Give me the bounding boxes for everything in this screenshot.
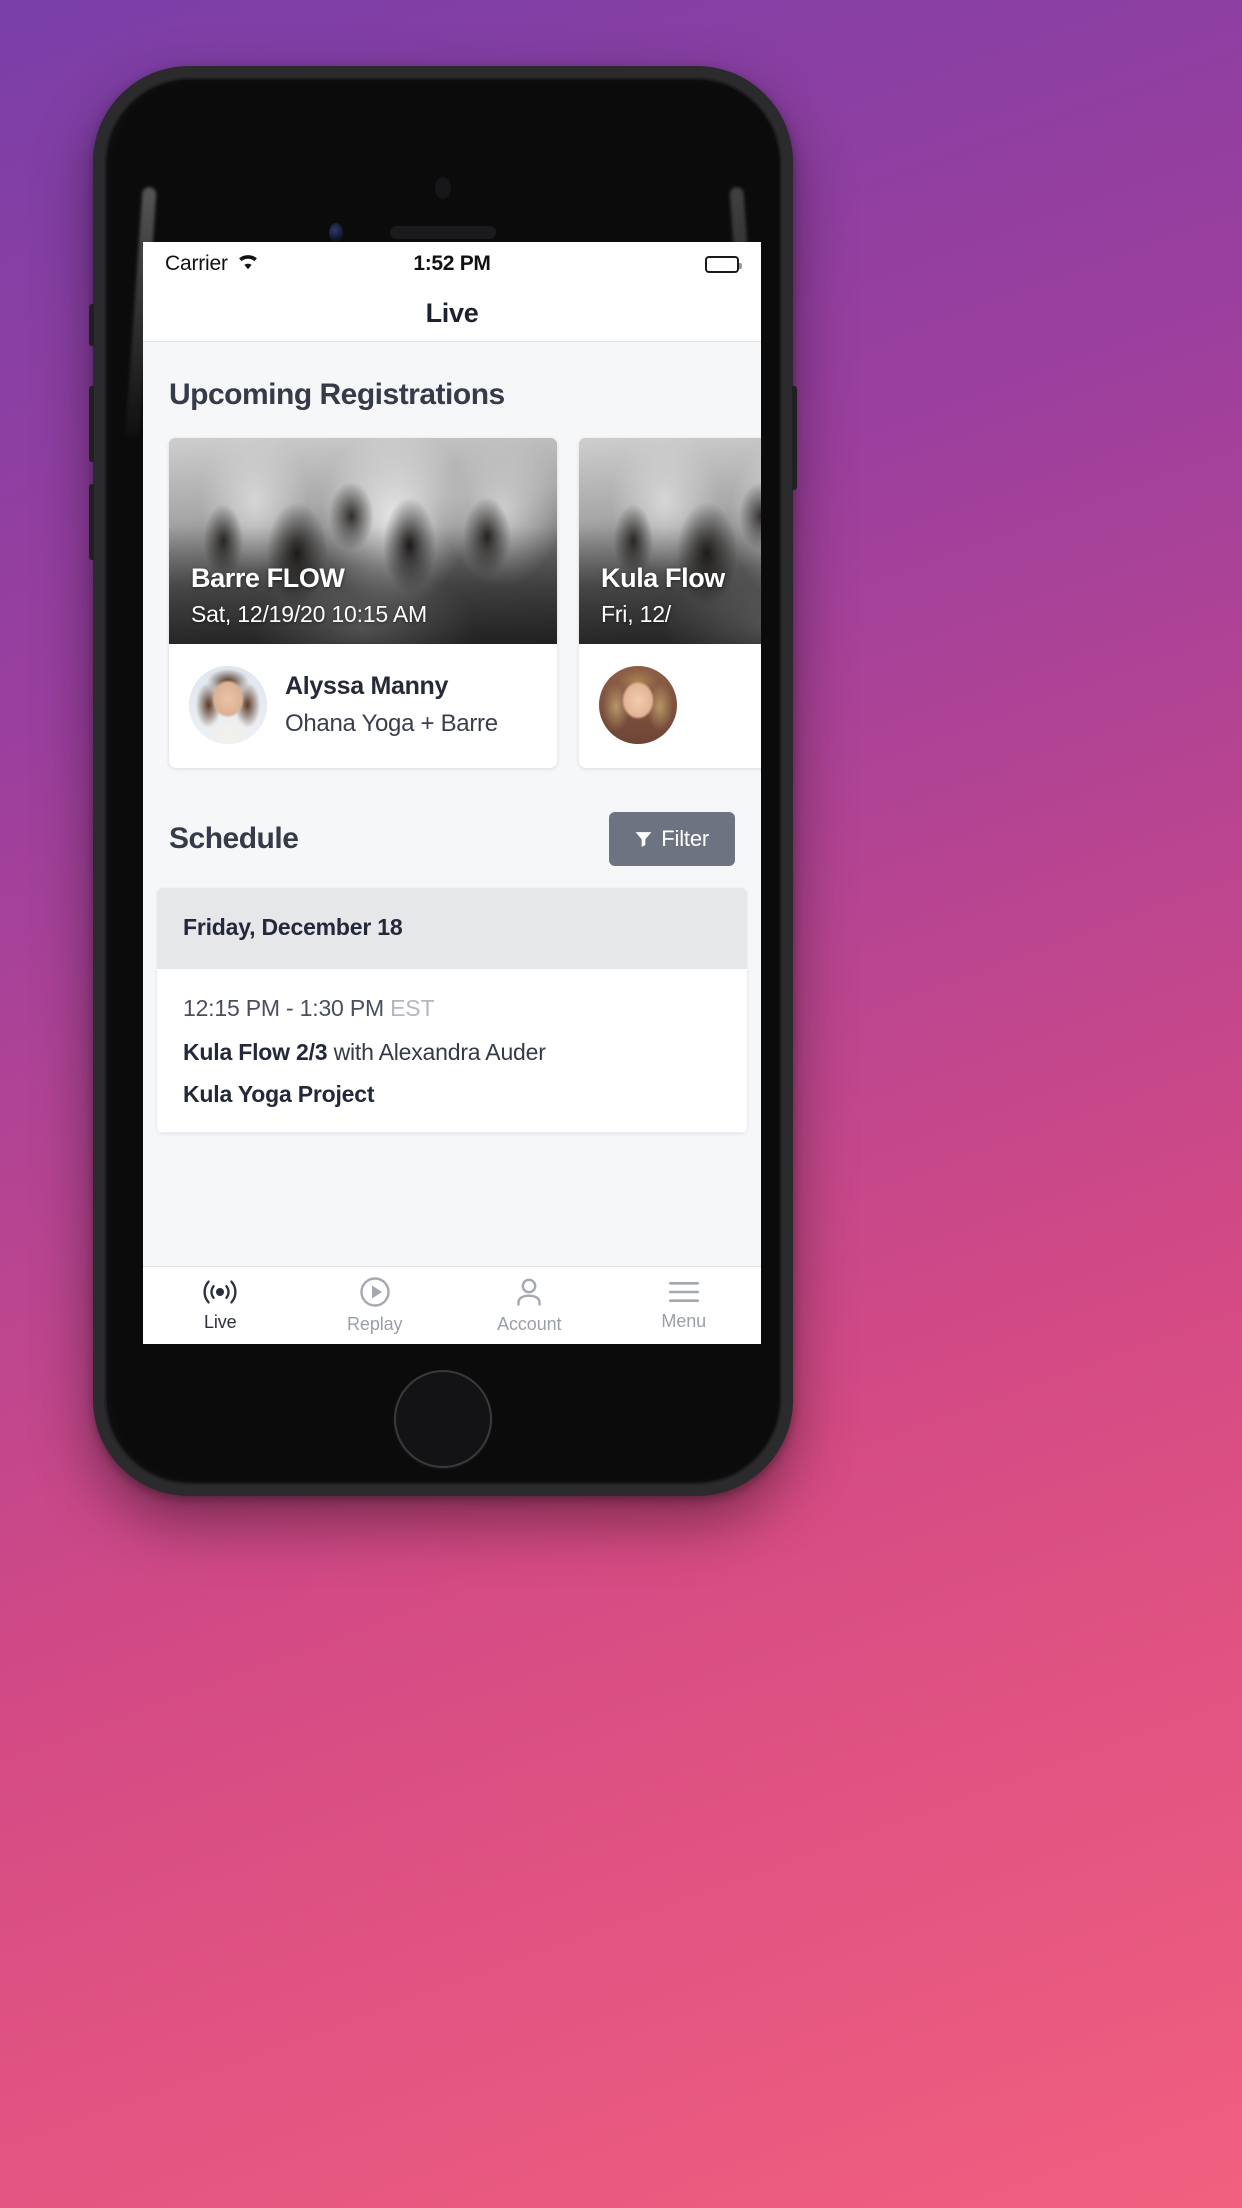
phone-device-frame: Carrier 1:52 PM Live Upcoming Registrati…: [89, 66, 797, 1496]
schedule-heading: Schedule: [169, 822, 299, 855]
silent-switch[interactable]: [89, 304, 94, 346]
schedule-row-with-word: with: [333, 1039, 374, 1065]
tab-account-label: Account: [497, 1314, 562, 1334]
upcoming-registrations-carousel[interactable]: Barre FLOW Sat, 12/19/20 10:15 AM Alyssa…: [143, 412, 761, 768]
class-hero-overlay-text: Kula Flow Fri, 12/: [601, 563, 761, 628]
proximity-sensor: [435, 177, 451, 199]
tab-menu-label: Menu: [661, 1311, 707, 1331]
broadcast-icon: [202, 1278, 238, 1306]
home-button[interactable]: [394, 1370, 492, 1468]
schedule-list[interactable]: Friday, December 18 12:15 PM - 1:30 PM E…: [157, 888, 747, 1133]
volume-down-button[interactable]: [89, 484, 94, 560]
registration-card[interactable]: Kula Flow Fri, 12/: [579, 438, 761, 768]
class-title: Kula Flow: [601, 563, 725, 594]
upcoming-registrations-heading: Upcoming Registrations: [169, 378, 505, 411]
studio-name: Ohana Yoga + Barre: [285, 710, 498, 737]
schedule-header: Schedule Filter: [143, 768, 761, 866]
tab-live-label: Live: [203, 1312, 237, 1332]
schedule-row-timezone: EST: [390, 995, 435, 1021]
scroll-content[interactable]: Upcoming Registrations Barre FLOW Sat, 1…: [143, 342, 761, 1266]
filter-button-label: Filter: [661, 826, 709, 851]
class-title: Barre FLOW: [191, 563, 345, 594]
instructor-row: [579, 644, 761, 768]
schedule-row[interactable]: 12:15 PM - 1:30 PM EST Kula Flow 2/3 wit…: [157, 969, 747, 1133]
schedule-row-teacher: Alexandra Auder: [378, 1039, 546, 1065]
class-datetime: Sat, 12/19/20 10:15 AM: [191, 601, 427, 627]
filter-button[interactable]: Filter: [609, 812, 735, 866]
registration-card[interactable]: Barre FLOW Sat, 12/19/20 10:15 AM Alyssa…: [169, 438, 557, 768]
front-camera: [329, 223, 343, 243]
class-hero-image: Kula Flow Fri, 12/: [579, 438, 761, 644]
tab-menu[interactable]: Menu: [607, 1267, 762, 1344]
app-screen: Carrier 1:52 PM Live Upcoming Registrati…: [143, 242, 761, 1344]
person-icon: [513, 1276, 545, 1308]
phone-screen-housing: Carrier 1:52 PM Live Upcoming Registrati…: [104, 77, 782, 1485]
play-circle-icon: [359, 1276, 391, 1308]
tab-replay-label: Replay: [347, 1314, 403, 1334]
tab-account[interactable]: Account: [452, 1267, 607, 1344]
page-title: Live: [425, 298, 479, 328]
schedule-row-class: Kula Flow 2/3 with Alexandra Auder: [183, 1036, 721, 1069]
instructor-avatar: [599, 666, 677, 744]
class-datetime: Fri, 12/: [601, 601, 671, 627]
schedule-day-header: Friday, December 18: [157, 888, 747, 969]
instructor-name: Alyssa Manny: [285, 672, 449, 700]
schedule-row-time-range: 12:15 PM - 1:30 PM: [183, 995, 384, 1021]
bottom-tab-bar: Live Replay Account Menu: [143, 1266, 761, 1344]
navigation-bar: Live: [143, 286, 761, 342]
volume-up-button[interactable]: [89, 386, 94, 462]
tab-replay[interactable]: Replay: [298, 1267, 453, 1344]
class-hero-overlay-text: Barre FLOW Sat, 12/19/20 10:15 AM: [191, 563, 543, 628]
instructor-row: Alyssa Manny Ohana Yoga + Barre: [169, 644, 557, 768]
schedule-row-time: 12:15 PM - 1:30 PM EST: [183, 995, 721, 1022]
status-bar: Carrier 1:52 PM: [143, 242, 761, 286]
power-button[interactable]: [792, 386, 797, 490]
battery-full-icon: [705, 255, 742, 273]
class-hero-image: Barre FLOW Sat, 12/19/20 10:15 AM: [169, 438, 557, 644]
schedule-row-studio: Kula Yoga Project: [183, 1080, 375, 1107]
earpiece-speaker: [390, 226, 496, 239]
status-bar-clock: 1:52 PM: [413, 252, 491, 275]
schedule-row-class-name: Kula Flow 2/3: [183, 1039, 328, 1065]
funnel-icon: [635, 831, 652, 847]
status-bar-right: [705, 255, 742, 273]
instructor-avatar: [189, 666, 267, 744]
hamburger-menu-icon: [667, 1279, 701, 1305]
tab-live[interactable]: Live: [143, 1267, 298, 1344]
